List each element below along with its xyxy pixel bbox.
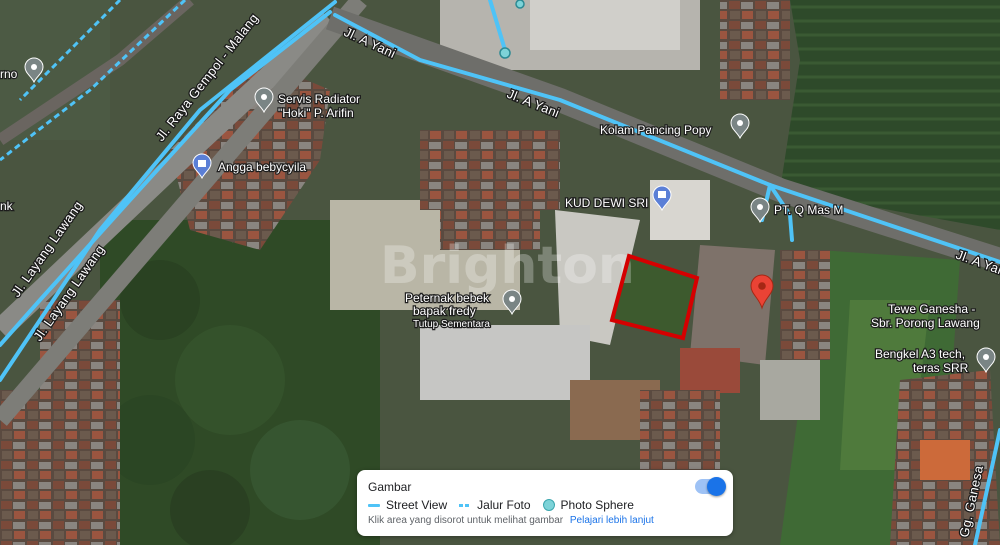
satellite-map[interactable]: Brighton Jl. A Yani Jl. A Yani Jl. A Yan… <box>0 0 1000 545</box>
legend-street-view: Street View <box>368 498 447 512</box>
learn-more-link[interactable]: Pelajari lebih lanjut <box>570 515 654 526</box>
place-label: rno <box>0 67 18 81</box>
legend-hint: Klik area yang disorot untuk melihat gam… <box>368 515 654 526</box>
place-label: Bengkel A3 tech, <box>875 347 965 361</box>
photo-path-dash-icon <box>459 503 472 507</box>
legend-items: Street View Jalur Foto Photo Sphere <box>368 498 646 512</box>
place-label: "Hoki" P. Arifin <box>278 106 354 120</box>
imagery-legend-panel: Gambar Street View Jalur Foto Photo Sphe… <box>357 470 733 536</box>
place-label: Angga bebycyila <box>218 160 306 174</box>
place-label: teras SRR <box>913 361 969 375</box>
legend-street-view-label: Street View <box>386 498 448 512</box>
place-label: Peternak bebek <box>405 291 490 305</box>
legend-photo-path: Jalur Foto <box>459 498 531 512</box>
legend-photo-path-label: Jalur Foto <box>477 498 531 512</box>
legend-hint-text: Klik area yang disorot untuk melihat gam… <box>368 515 564 526</box>
photo-sphere-dot[interactable] <box>499 47 511 59</box>
watermark: Brighton <box>380 236 635 296</box>
place-label: Kolam Pancing Popy <box>600 123 711 137</box>
legend-photo-sphere: Photo Sphere <box>542 498 634 512</box>
street-view-toggle[interactable] <box>695 477 726 496</box>
legend-title: Gambar <box>368 480 412 494</box>
photo-sphere-dot-icon <box>542 499 555 511</box>
place-label: Servis Radiator <box>278 92 360 106</box>
place-label: Tewe Ganesha - <box>888 302 975 316</box>
place-label: bapak fredy <box>413 304 476 318</box>
legend-photo-sphere-label: Photo Sphere <box>560 498 634 512</box>
toggle-knob[interactable] <box>707 477 726 496</box>
place-label: nk <box>0 199 14 213</box>
street-view-line-icon <box>368 503 380 507</box>
photo-sphere-dot[interactable] <box>515 0 525 9</box>
place-label: PT. Q Mas M <box>774 203 843 217</box>
place-status: Tutup Sementara <box>413 319 490 330</box>
place-label: Sbr. Porong Lawang <box>871 316 980 330</box>
place-label: KUD DEWI SRI <box>565 196 648 210</box>
